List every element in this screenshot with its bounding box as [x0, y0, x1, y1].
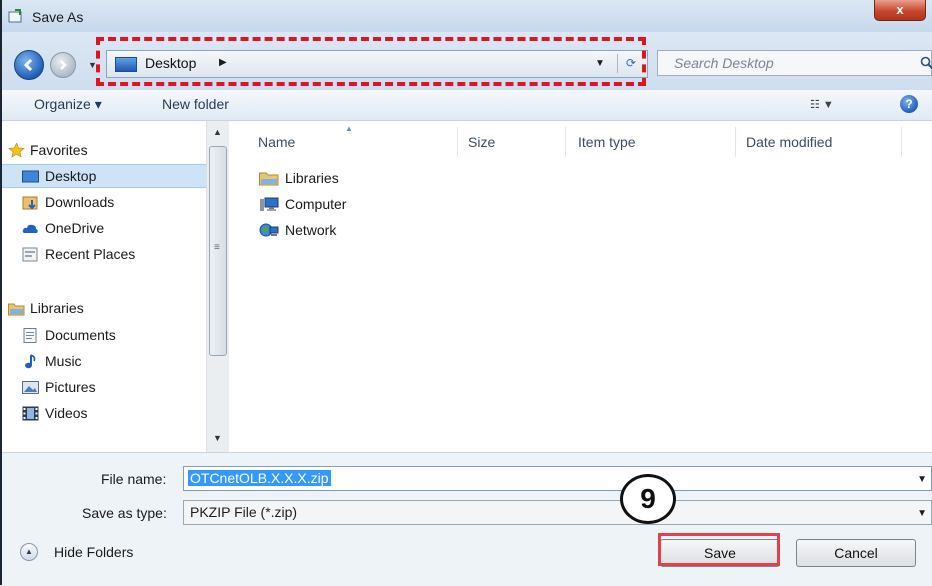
onedrive-cloud-icon	[22, 224, 38, 233]
views-icon[interactable]: ☷ ▼	[810, 98, 834, 111]
nav-item-label: Documents	[45, 327, 116, 343]
file-item-label: Libraries	[285, 170, 339, 186]
nav-item-label: Downloads	[45, 194, 115, 210]
new-folder-button[interactable]: New folder	[162, 96, 229, 112]
libraries-folder-icon	[8, 303, 25, 316]
save-as-icon	[8, 9, 22, 23]
save-as-type-value: PKZIP File (*.zip)	[190, 504, 298, 520]
file-name-dropdown-icon[interactable]: ▼	[917, 474, 927, 485]
star-icon	[8, 143, 25, 158]
pictures-icon	[22, 381, 39, 394]
nav-favorites-label: Favorites	[30, 142, 88, 158]
nav-libraries[interactable]: Libraries	[0, 297, 206, 321]
title-bar: Save As x	[0, 0, 932, 32]
search-input[interactable]: Search Desktop	[657, 50, 932, 76]
desktop-icon	[22, 170, 39, 183]
nav-favorites[interactable]: Favorites	[0, 139, 206, 163]
nav-item-label: Recent Places	[45, 246, 136, 262]
back-button[interactable]	[14, 50, 44, 80]
libraries-folder-icon	[259, 172, 279, 186]
save-as-type-dropdown-icon[interactable]: ▼	[917, 508, 927, 519]
column-header-name[interactable]: Name	[258, 134, 295, 150]
nav-item-documents[interactable]: Documents	[0, 324, 206, 348]
save-button-highlight	[658, 533, 780, 566]
nav-item-label: Videos	[45, 405, 88, 421]
navigation-pane: Favorites Desktop Downloads OneDrive Rec…	[0, 121, 206, 452]
window-title: Save As	[32, 9, 84, 25]
column-header-date-modified[interactable]: Date modified	[746, 134, 832, 150]
nav-item-pictures[interactable]: Pictures	[0, 376, 206, 400]
save-as-dialog: Save As x ▼ Desktop ▶ ▼ ⟳ Search Desktop…	[0, 0, 932, 586]
cancel-button[interactable]: Cancel	[796, 539, 916, 567]
nav-item-videos[interactable]: Videos	[0, 402, 206, 426]
nav-item-desktop[interactable]: Desktop	[0, 164, 206, 188]
close-button[interactable]: x	[874, 0, 926, 21]
search-icon[interactable]	[920, 56, 932, 70]
search-placeholder: Search Desktop	[674, 55, 774, 71]
nav-item-label: Music	[45, 353, 82, 369]
scrollbar-thumb[interactable]: ≡	[209, 146, 227, 356]
file-item-label: Computer	[285, 196, 347, 212]
music-note-icon	[25, 354, 36, 369]
column-divider[interactable]	[901, 127, 902, 157]
file-item-label: Network	[285, 222, 337, 238]
nav-item-label: OneDrive	[45, 220, 105, 236]
command-bar: Organize ▾ New folder ☷ ▼ ?	[0, 90, 932, 121]
recent-places-icon	[22, 247, 38, 262]
file-list-pane: Name ▲ Size Item type Date modified Libr…	[229, 121, 932, 452]
network-globe-icon	[259, 223, 279, 237]
nav-item-recent-places[interactable]: Recent Places	[0, 243, 206, 267]
column-divider[interactable]	[735, 127, 736, 157]
scrollbar-grip-icon: ≡	[214, 242, 220, 253]
save-as-type-select[interactable]: PKZIP File (*.zip) ▼	[183, 500, 932, 525]
nav-pane-scrollbar[interactable]: ▲ ≡ ▼	[206, 121, 229, 452]
save-as-type-label: Save as type:	[82, 505, 167, 521]
scroll-up-arrow-icon[interactable]: ▲	[213, 127, 222, 137]
collapse-up-icon: ▲	[20, 543, 38, 561]
sort-ascending-icon: ▲	[345, 124, 353, 133]
hide-folders-label: Hide Folders	[54, 544, 134, 560]
scroll-down-arrow-icon[interactable]: ▼	[213, 433, 222, 443]
file-name-label: File name:	[101, 471, 167, 487]
help-icon[interactable]: ?	[900, 95, 918, 113]
back-arrow-icon	[23, 58, 33, 72]
nav-item-downloads[interactable]: Downloads	[0, 191, 206, 215]
documents-icon	[23, 328, 37, 343]
nav-item-music[interactable]: Music	[0, 350, 206, 374]
forward-button[interactable]	[50, 52, 76, 78]
column-divider[interactable]	[457, 127, 458, 157]
file-name-value[interactable]: OTCnetOLB.X.X.X.zip	[188, 470, 331, 486]
address-bar-highlight	[96, 37, 646, 86]
nav-item-label: Pictures	[45, 379, 96, 395]
forward-arrow-icon	[60, 60, 67, 70]
downloads-icon	[22, 196, 38, 210]
step-number-badge: 9	[620, 474, 676, 524]
column-header-size[interactable]: Size	[468, 134, 495, 150]
computer-icon	[260, 197, 279, 211]
file-name-field[interactable]: OTCnetOLB.X.X.X.zip ▼	[183, 466, 932, 491]
save-options-panel: File name: OTCnetOLB.X.X.X.zip ▼ Save as…	[0, 452, 932, 586]
column-header-item-type[interactable]: Item type	[578, 134, 636, 150]
videos-filmstrip-icon	[22, 406, 39, 421]
organize-button[interactable]: Organize ▾	[34, 96, 102, 113]
column-divider[interactable]	[565, 127, 566, 157]
nav-item-label: Desktop	[45, 168, 97, 184]
nav-libraries-label: Libraries	[30, 300, 84, 316]
nav-item-onedrive[interactable]: OneDrive	[0, 217, 206, 241]
